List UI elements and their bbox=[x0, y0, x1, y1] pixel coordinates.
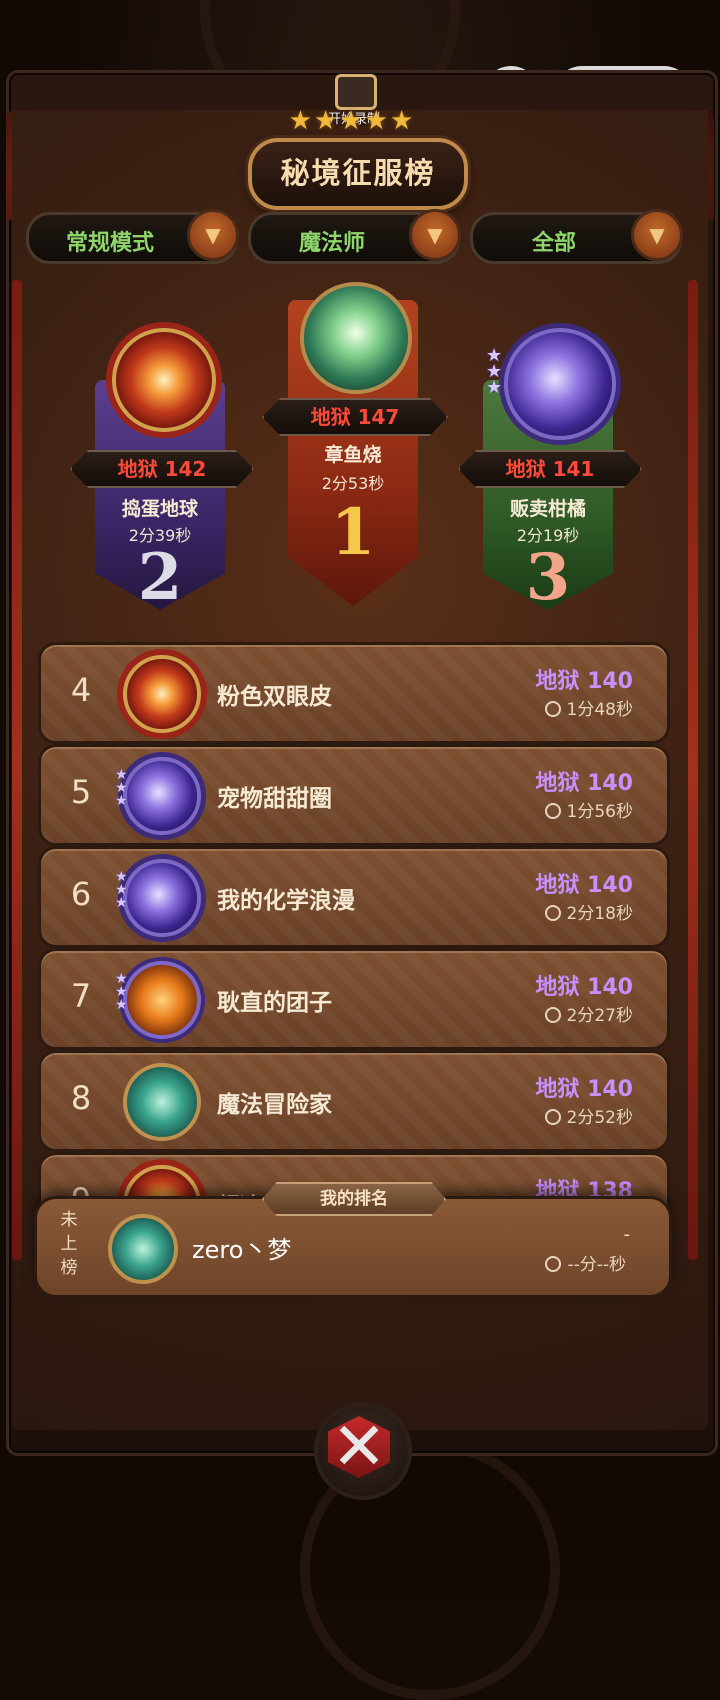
page-title: 秘境征服榜 bbox=[280, 156, 436, 190]
close-icon[interactable]: ✕ bbox=[328, 1410, 390, 1484]
leaderboard-row[interactable]: 5 ★ ★ ★ 宠物甜甜圈 地狱 140 1分56秒 bbox=[38, 744, 670, 846]
leaderboard-row[interactable]: 4 粉色双眼皮 地狱 140 1分48秒 bbox=[38, 642, 670, 744]
row-rank: 6 bbox=[70, 875, 92, 913]
moon-emblem-icon bbox=[123, 757, 201, 835]
my-rank-tab: 我的排名 bbox=[262, 1182, 446, 1216]
podium-score: 地狱 147 bbox=[262, 398, 448, 436]
podium-name: 章鱼烧 bbox=[324, 444, 382, 466]
avatar bbox=[108, 1214, 178, 1284]
row-name: 我的化学浪漫 bbox=[217, 888, 355, 914]
left-rail bbox=[12, 280, 22, 1260]
row-score: 地狱 140 bbox=[535, 771, 633, 796]
row-time: 2分27秒 bbox=[544, 1001, 633, 1026]
fire-emblem-icon bbox=[123, 655, 201, 733]
unranked-status: 未上榜 bbox=[60, 1210, 78, 1278]
row-rank: 7 bbox=[70, 977, 92, 1015]
podium-score: 地狱 141 bbox=[458, 450, 642, 488]
clock-icon bbox=[544, 1109, 561, 1125]
teal-dragon-emblem-icon bbox=[123, 1063, 201, 1141]
row-score: 地狱 140 bbox=[535, 975, 633, 1000]
clock-icon bbox=[544, 803, 561, 819]
row-score: 地狱 140 bbox=[535, 669, 633, 694]
chevron-down-icon[interactable]: ▼ bbox=[409, 209, 461, 261]
chevron-down-icon[interactable]: ▼ bbox=[187, 209, 239, 261]
my-time: --分--秒 bbox=[545, 1250, 626, 1275]
row-name: 耿直的团子 bbox=[217, 990, 332, 1016]
row-time: 2分18秒 bbox=[544, 899, 633, 924]
podium-name: 捣蛋地球 bbox=[121, 498, 198, 520]
record-icon[interactable] bbox=[335, 74, 377, 110]
row-score: 地狱 140 bbox=[535, 1077, 633, 1102]
leaderboard-row[interactable]: 7 ★ ★ ★ 耿直的团子 地狱 140 2分27秒 bbox=[38, 948, 670, 1050]
chevron-down-icon[interactable]: ▼ bbox=[631, 209, 683, 261]
fire-emblem-icon bbox=[112, 328, 216, 432]
podium-name: 贩卖柑橘 bbox=[509, 498, 586, 520]
my-score: - bbox=[623, 1224, 631, 1245]
podium-rank: 1 bbox=[330, 495, 376, 570]
row-name: 魔法冒险家 bbox=[217, 1092, 332, 1118]
clock-icon bbox=[544, 701, 561, 717]
stars-icon: ★ ★ ★ bbox=[115, 869, 128, 911]
clock-icon bbox=[545, 1256, 562, 1272]
stars-icon: ★ ★ ★ bbox=[115, 971, 128, 1013]
my-name: zero丶梦 bbox=[192, 1236, 292, 1264]
mode-filter[interactable]: 常规模式 ▼ bbox=[26, 209, 239, 264]
leaderboard-row[interactable]: 6 ★ ★ ★ 我的化学浪漫 地狱 140 2分18秒 bbox=[38, 846, 670, 948]
stars-icon: ★ ★ ★ bbox=[115, 767, 128, 809]
class-filter[interactable]: 魔法师 ▼ bbox=[248, 209, 461, 264]
podium-rank: 2 bbox=[137, 540, 183, 615]
row-rank: 5 bbox=[70, 773, 92, 811]
podium-score: 地狱 142 bbox=[70, 450, 254, 488]
row-time: 1分48秒 bbox=[544, 695, 633, 720]
moon-emblem-icon bbox=[123, 859, 201, 937]
leaderboard-row[interactable]: 8 魔法冒险家 地狱 140 2分52秒 bbox=[38, 1050, 670, 1152]
filter-label: 魔法师 bbox=[298, 231, 365, 256]
podium-time: 2分53秒 bbox=[321, 474, 385, 493]
row-name: 宠物甜甜圈 bbox=[217, 786, 332, 812]
clock-icon bbox=[544, 905, 561, 921]
moon-emblem-icon bbox=[504, 328, 616, 440]
stars-icon: ★ ★ ★ bbox=[486, 345, 503, 398]
row-time: 1分56秒 bbox=[544, 797, 633, 822]
scope-filter[interactable]: 全部 ▼ bbox=[470, 209, 683, 264]
filter-label: 全部 bbox=[531, 231, 576, 256]
dragon-emblem-icon bbox=[300, 282, 412, 394]
clock-icon bbox=[544, 1007, 561, 1023]
filter-label: 常规模式 bbox=[65, 231, 154, 256]
row-rank: 8 bbox=[70, 1079, 92, 1117]
row-time: 2分52秒 bbox=[544, 1103, 633, 1128]
row-name: 粉色双眼皮 bbox=[217, 684, 332, 710]
row-rank: 4 bbox=[70, 671, 92, 709]
stars-icon: ★★★★★ bbox=[288, 106, 416, 136]
pumpkin-emblem-icon bbox=[123, 961, 201, 1039]
row-score: 地狱 140 bbox=[535, 873, 633, 898]
right-rail bbox=[688, 280, 698, 1260]
podium-rank: 3 bbox=[525, 540, 571, 615]
